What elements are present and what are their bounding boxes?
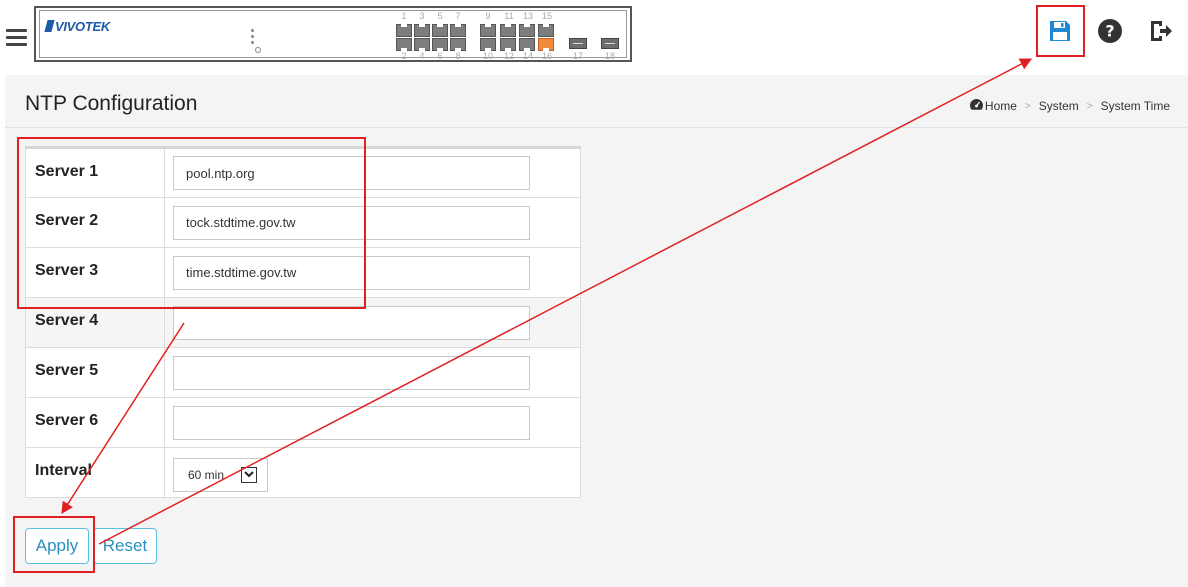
port-10[interactable] xyxy=(480,38,496,51)
port-6[interactable] xyxy=(432,38,448,51)
breadcrumb: Home > System > System Time xyxy=(969,99,1170,113)
port-12[interactable] xyxy=(500,38,516,51)
page-title: NTP Configuration xyxy=(25,92,198,115)
top-bar: VIVOTEK 1 3 5 7 9 11 13 15 2 4 6 8 10 12… xyxy=(0,0,1188,72)
chevron-down-icon xyxy=(241,466,257,483)
server-4-input[interactable] xyxy=(173,305,530,340)
port-9[interactable] xyxy=(480,24,496,37)
content-area: NTP Configuration Home > System > System… xyxy=(5,75,1188,587)
port-17[interactable] xyxy=(569,38,587,49)
status-leds xyxy=(251,29,261,56)
reset-button[interactable]: Reset xyxy=(93,528,157,564)
port-label: 10 xyxy=(482,51,493,61)
port-label: 9 xyxy=(485,11,491,21)
save-icon[interactable] xyxy=(1043,14,1077,48)
server-2-input[interactable] xyxy=(173,205,530,240)
apply-button[interactable]: Apply xyxy=(25,528,89,564)
ntp-config-table: Server 1 Server 2 Server 3 Server 4 Serv… xyxy=(25,146,581,498)
title-bar: NTP Configuration Home > System > System… xyxy=(5,75,1188,128)
port-1[interactable] xyxy=(396,24,412,37)
breadcrumb-separator: > xyxy=(1086,100,1093,112)
server-2-row: Server 2 xyxy=(25,197,581,248)
interval-select[interactable]: 60 min xyxy=(173,457,268,492)
port-8[interactable] xyxy=(450,38,466,51)
port-label: 8 xyxy=(455,51,461,61)
breadcrumb-separator: > xyxy=(1024,100,1031,112)
port-label: 2 xyxy=(401,51,407,61)
port-5[interactable] xyxy=(432,24,448,37)
help-icon[interactable]: ? xyxy=(1093,14,1127,48)
port-label: 17 xyxy=(572,51,583,61)
port-11[interactable] xyxy=(500,24,516,37)
server-6-label: Server 6 xyxy=(25,397,165,448)
server-1-label: Server 1 xyxy=(25,147,165,198)
server-5-row: Server 5 xyxy=(25,347,581,398)
port-7[interactable] xyxy=(450,24,466,37)
port-14[interactable] xyxy=(519,38,535,51)
port-label: 4 xyxy=(419,51,425,61)
port-2[interactable] xyxy=(396,38,412,51)
interval-row: Interval 60 min xyxy=(25,447,581,498)
port-label: 11 xyxy=(504,11,514,21)
port-label: 16 xyxy=(541,51,552,61)
server-5-input[interactable] xyxy=(173,355,530,390)
server-6-input[interactable] xyxy=(173,405,530,440)
port-label: 5 xyxy=(437,11,443,21)
server-3-row: Server 3 xyxy=(25,247,581,298)
server-4-label: Server 4 xyxy=(25,297,165,348)
server-1-input[interactable] xyxy=(173,156,530,190)
interval-label: Interval xyxy=(25,447,165,498)
port-15[interactable] xyxy=(538,24,554,37)
port-label: 6 xyxy=(437,51,443,61)
port-label: 13 xyxy=(522,11,533,21)
port-4[interactable] xyxy=(414,38,430,51)
brand-logo: VIVOTEK xyxy=(44,19,110,34)
server-3-input[interactable] xyxy=(173,255,530,290)
server-6-row: Server 6 xyxy=(25,397,581,448)
port-label: 1 xyxy=(401,11,407,21)
port-16[interactable] xyxy=(538,38,554,51)
dashboard-icon xyxy=(969,99,983,113)
port-label: 3 xyxy=(419,11,425,21)
interval-value: 60 min xyxy=(188,467,225,482)
port-label: 7 xyxy=(455,11,461,21)
server-2-label: Server 2 xyxy=(25,197,165,248)
port-label: 18 xyxy=(604,51,615,61)
port-label: 12 xyxy=(503,51,514,61)
logout-icon[interactable] xyxy=(1143,14,1177,48)
breadcrumb-current: System Time xyxy=(1100,99,1170,113)
port-18[interactable] xyxy=(601,38,619,49)
port-3[interactable] xyxy=(414,24,430,37)
svg-text:?: ? xyxy=(1105,22,1114,41)
server-5-label: Server 5 xyxy=(25,347,165,398)
port-13[interactable] xyxy=(519,24,535,37)
port-label: 14 xyxy=(522,51,533,61)
breadcrumb-home[interactable]: Home xyxy=(985,99,1017,113)
server-3-label: Server 3 xyxy=(25,247,165,298)
menu-icon[interactable] xyxy=(6,29,27,47)
switch-panel: VIVOTEK 1 3 5 7 9 11 13 15 2 4 6 8 10 12… xyxy=(34,6,632,62)
server-4-row: Server 4 xyxy=(25,297,581,348)
breadcrumb-system[interactable]: System xyxy=(1039,99,1079,113)
port-label: 15 xyxy=(541,11,552,21)
server-1-row: Server 1 xyxy=(25,147,581,198)
